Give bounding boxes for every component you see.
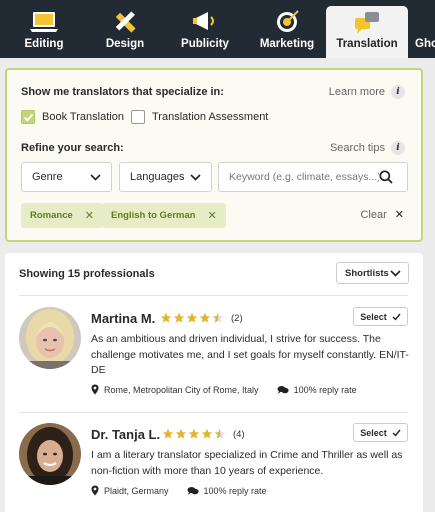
star-half-icon (212, 312, 224, 323)
search-icon[interactable] (379, 170, 393, 184)
genre-dropdown[interactable]: Genre (21, 162, 112, 192)
divider (19, 295, 408, 296)
megaphone-icon (193, 12, 214, 30)
target-icon (277, 10, 299, 32)
search-tips-label: Search tips (329, 142, 385, 154)
star-rating: (4) (162, 428, 245, 440)
star-icon (162, 428, 174, 439)
location-pin-icon (91, 485, 99, 496)
review-count: (4) (233, 428, 245, 440)
checkbox-label: Translation Assessment (152, 111, 269, 123)
shortlists-label: Shortlists (345, 267, 389, 279)
professional-name[interactable]: Dr. Tanja L. (91, 427, 160, 442)
reply-rate: 100% reply rate (293, 384, 357, 395)
checkbox-label: Book Translation (42, 111, 124, 123)
keyword-input[interactable] (229, 171, 379, 183)
tab-marketing[interactable]: Marketing (248, 0, 326, 58)
book-translation-checkbox[interactable]: Book Translation (21, 110, 124, 124)
profile-photo-martina (19, 307, 81, 369)
tab-gho[interactable]: Gho (408, 0, 435, 58)
tab-label: Translation (336, 38, 398, 50)
star-icon (188, 428, 200, 439)
learn-more-label: Learn more (328, 86, 385, 98)
star-icon (160, 312, 172, 323)
chat-bubbles-icon (187, 486, 199, 495)
keyword-search-field (218, 162, 408, 192)
filter-title: Show me translators that specialize in: (21, 86, 224, 98)
location-pin-icon (91, 384, 99, 395)
translation-bubbles-icon (355, 12, 379, 34)
clear-filters-button[interactable]: Clear ✕ (360, 208, 404, 222)
tab-label: Publicity (181, 38, 229, 50)
refine-title: Refine your search: (21, 142, 124, 154)
star-icon (199, 312, 211, 323)
star-half-icon (214, 428, 226, 439)
checkbox-checked-icon (21, 110, 35, 124)
languages-dropdown[interactable]: Languages (119, 162, 212, 192)
select-button[interactable]: Select (353, 307, 408, 326)
filter-panel: Show me translators that specialize in: … (5, 68, 423, 242)
tab-editing[interactable]: Editing (0, 0, 88, 58)
checkbox-unchecked-icon (131, 110, 145, 124)
professional-bio: I am a literary translator specialized i… (91, 449, 403, 477)
tab-label: Marketing (259, 38, 315, 50)
chevron-down-icon (190, 173, 201, 181)
professional-meta: Plaidt, Germany 100% reply rate (91, 485, 267, 496)
results-panel: Showing 15 professionals Shortlists Mart… (5, 253, 423, 512)
close-icon[interactable]: ✕ (207, 209, 216, 222)
avatar[interactable] (19, 423, 81, 485)
learn-more-link[interactable]: Learn more i (329, 85, 405, 99)
chevron-down-icon (390, 269, 401, 277)
clear-label: Clear (360, 208, 387, 221)
chevron-down-icon (90, 173, 101, 181)
results-count: Showing 15 professionals (19, 268, 155, 280)
tab-design[interactable]: Design (88, 0, 162, 58)
star-icon (175, 428, 187, 439)
location-text: Plaidt, Germany (104, 485, 169, 496)
profile-photo-tanja (19, 423, 81, 485)
search-tips-link[interactable]: Search tips i (330, 141, 405, 155)
close-icon: ✕ (394, 209, 404, 221)
info-icon: i (391, 85, 405, 99)
pencil-ruler-icon (115, 11, 136, 33)
top-nav: Editing Design Publicity Marketing Trans… (0, 0, 435, 58)
star-icon (201, 428, 213, 439)
professional-meta: Rome, Metropolitan City of Rome, Italy 1… (91, 384, 357, 395)
translation-assessment-checkbox[interactable]: Translation Assessment (131, 110, 268, 124)
genre-dropdown-label: Genre (32, 171, 63, 183)
tab-label: Gho (415, 38, 435, 50)
shortlists-dropdown[interactable]: Shortlists (336, 262, 409, 284)
laptop-icon (30, 12, 58, 32)
tab-label: Editing (24, 38, 64, 50)
professional-bio: As an ambitious and driven individual, I… (91, 333, 409, 376)
select-button[interactable]: Select (353, 423, 408, 442)
close-icon[interactable]: ✕ (85, 209, 94, 222)
tab-translation[interactable]: Translation (326, 6, 408, 58)
select-label: Select (360, 311, 387, 322)
filter-chip-romance[interactable]: Romance ✕ (21, 203, 103, 228)
reply-rate: 100% reply rate (203, 485, 267, 496)
filter-chip-english-to-german[interactable]: English to German ✕ (102, 203, 226, 228)
select-label: Select (360, 427, 387, 438)
chip-label: English to German (111, 210, 196, 221)
info-icon: i (391, 141, 405, 155)
star-icon (186, 312, 198, 323)
chat-bubbles-icon (277, 385, 289, 394)
tab-publicity[interactable]: Publicity (162, 0, 248, 58)
tab-label: Design (105, 38, 145, 50)
avatar[interactable] (19, 307, 81, 369)
professional-name[interactable]: Martina M. (91, 311, 155, 326)
divider (19, 412, 408, 413)
review-count: (2) (231, 312, 243, 324)
check-icon (392, 429, 401, 437)
chip-label: Romance (30, 210, 73, 221)
star-rating: (2) (160, 312, 243, 324)
location-text: Rome, Metropolitan City of Rome, Italy (104, 384, 259, 395)
star-icon (173, 312, 185, 323)
languages-dropdown-label: Languages (130, 171, 185, 183)
check-icon (392, 313, 401, 321)
